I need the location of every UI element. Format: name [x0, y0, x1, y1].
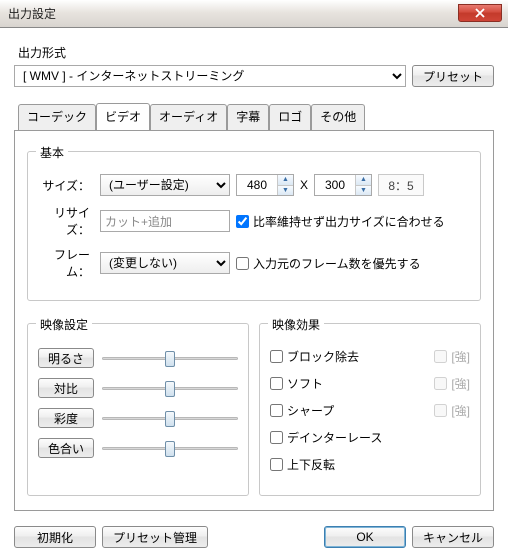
- effect-strong-0[interactable]: [強]: [434, 348, 470, 365]
- effect-3[interactable]: デインターレース: [270, 429, 382, 446]
- slider-thumb[interactable]: [165, 351, 175, 367]
- close-button[interactable]: [458, 4, 502, 22]
- video-setting-slider-1[interactable]: [102, 378, 238, 398]
- tab-subtitle[interactable]: 字幕: [227, 104, 269, 131]
- tab-panel-video: 基本 サイズ： (ユーザー設定) ▲▼ X ▲▼ 8：5 リサイズ：: [14, 130, 494, 511]
- aspect-ratio: 8：5: [378, 174, 424, 196]
- effect-0[interactable]: ブロック除去: [270, 348, 359, 365]
- video-effect-row: 上下反転: [270, 456, 470, 473]
- effect-checkbox-4[interactable]: [270, 458, 283, 471]
- prioritize-src-label[interactable]: 入力元のフレーム数を優先する: [236, 255, 421, 272]
- frame-select[interactable]: (変更しない): [100, 252, 230, 274]
- group-video-effects-title: 映像効果: [268, 316, 324, 333]
- video-effect-row: ソフト [強]: [270, 375, 470, 392]
- group-video-settings: 映像設定 明るさ対比彩度色合い: [27, 323, 249, 496]
- video-effect-row: デインターレース: [270, 429, 470, 446]
- format-select[interactable]: [ WMV ] - インターネットストリーミング: [14, 65, 406, 87]
- effect-1[interactable]: ソフト: [270, 375, 323, 392]
- preset-manage-button[interactable]: プリセット管理: [102, 526, 208, 548]
- effect-strong-1[interactable]: [強]: [434, 375, 470, 392]
- chevron-up-icon[interactable]: ▲: [278, 175, 293, 186]
- chevron-up-icon[interactable]: ▲: [356, 175, 371, 186]
- video-setting-reset-3[interactable]: 色合い: [38, 438, 94, 458]
- close-icon: [475, 8, 485, 18]
- prioritize-src-checkbox[interactable]: [236, 257, 249, 270]
- video-setting-slider-0[interactable]: [102, 348, 238, 368]
- video-effect-row: ブロック除去 [強]: [270, 348, 470, 365]
- x-label: X: [300, 178, 308, 192]
- keep-aspect-label[interactable]: 比率維持せず出力サイズに合わせる: [236, 213, 445, 230]
- height-input[interactable]: [315, 175, 355, 195]
- effect-strong-2[interactable]: [強]: [434, 402, 470, 419]
- frame-label: フレーム：: [38, 246, 94, 280]
- tab-other[interactable]: その他: [311, 104, 365, 131]
- title-bar: 出力設定: [0, 0, 508, 28]
- tabs: コーデック ビデオ オーディオ 字幕 ロゴ その他: [14, 103, 494, 130]
- preset-button[interactable]: プリセット: [412, 65, 494, 87]
- ok-button[interactable]: OK: [324, 526, 406, 548]
- group-basic-title: 基本: [36, 144, 68, 161]
- effect-checkbox-1[interactable]: [270, 377, 283, 390]
- dialog-footer: 初期化 プリセット管理 OK キャンセル: [14, 526, 494, 548]
- effect-4[interactable]: 上下反転: [270, 456, 335, 473]
- video-setting-row: 色合い: [38, 438, 238, 458]
- video-setting-slider-3[interactable]: [102, 438, 238, 458]
- resize-label: リサイズ：: [38, 204, 94, 238]
- chevron-down-icon[interactable]: ▼: [278, 186, 293, 196]
- window-title: 出力設定: [8, 5, 56, 22]
- effect-strong-checkbox-1[interactable]: [434, 377, 447, 390]
- slider-thumb[interactable]: [165, 381, 175, 397]
- resize-input: [100, 210, 230, 232]
- tab-video[interactable]: ビデオ: [96, 103, 150, 130]
- tab-audio[interactable]: オーディオ: [150, 104, 227, 131]
- effect-checkbox-2[interactable]: [270, 404, 283, 417]
- chevron-down-icon[interactable]: ▼: [356, 186, 371, 196]
- width-spinner[interactable]: ▲▼: [236, 174, 294, 196]
- slider-thumb[interactable]: [165, 441, 175, 457]
- video-setting-reset-1[interactable]: 対比: [38, 378, 94, 398]
- reset-button[interactable]: 初期化: [14, 526, 96, 548]
- tab-codec[interactable]: コーデック: [18, 104, 96, 131]
- video-setting-row: 彩度: [38, 408, 238, 428]
- effect-strong-checkbox-0[interactable]: [434, 350, 447, 363]
- size-label: サイズ：: [38, 177, 94, 194]
- effect-2[interactable]: シャープ: [270, 402, 334, 419]
- slider-thumb[interactable]: [165, 411, 175, 427]
- video-setting-slider-2[interactable]: [102, 408, 238, 428]
- video-setting-row: 明るさ: [38, 348, 238, 368]
- group-basic: 基本 サイズ： (ユーザー設定) ▲▼ X ▲▼ 8：5 リサイズ：: [27, 151, 481, 301]
- group-video-settings-title: 映像設定: [36, 316, 92, 333]
- video-setting-reset-0[interactable]: 明るさ: [38, 348, 94, 368]
- group-video-effects: 映像効果 ブロック除去[強]ソフト[強]シャープ[強]デインターレース上下反転: [259, 323, 481, 496]
- keep-aspect-checkbox[interactable]: [236, 215, 249, 228]
- size-select[interactable]: (ユーザー設定): [100, 174, 230, 196]
- tab-logo[interactable]: ロゴ: [269, 104, 311, 131]
- video-setting-row: 対比: [38, 378, 238, 398]
- effect-checkbox-3[interactable]: [270, 431, 283, 444]
- effect-strong-checkbox-2[interactable]: [434, 404, 447, 417]
- video-effect-row: シャープ [強]: [270, 402, 470, 419]
- format-label: 出力形式: [18, 44, 494, 61]
- width-input[interactable]: [237, 175, 277, 195]
- height-spinner[interactable]: ▲▼: [314, 174, 372, 196]
- effect-checkbox-0[interactable]: [270, 350, 283, 363]
- video-setting-reset-2[interactable]: 彩度: [38, 408, 94, 428]
- cancel-button[interactable]: キャンセル: [412, 526, 494, 548]
